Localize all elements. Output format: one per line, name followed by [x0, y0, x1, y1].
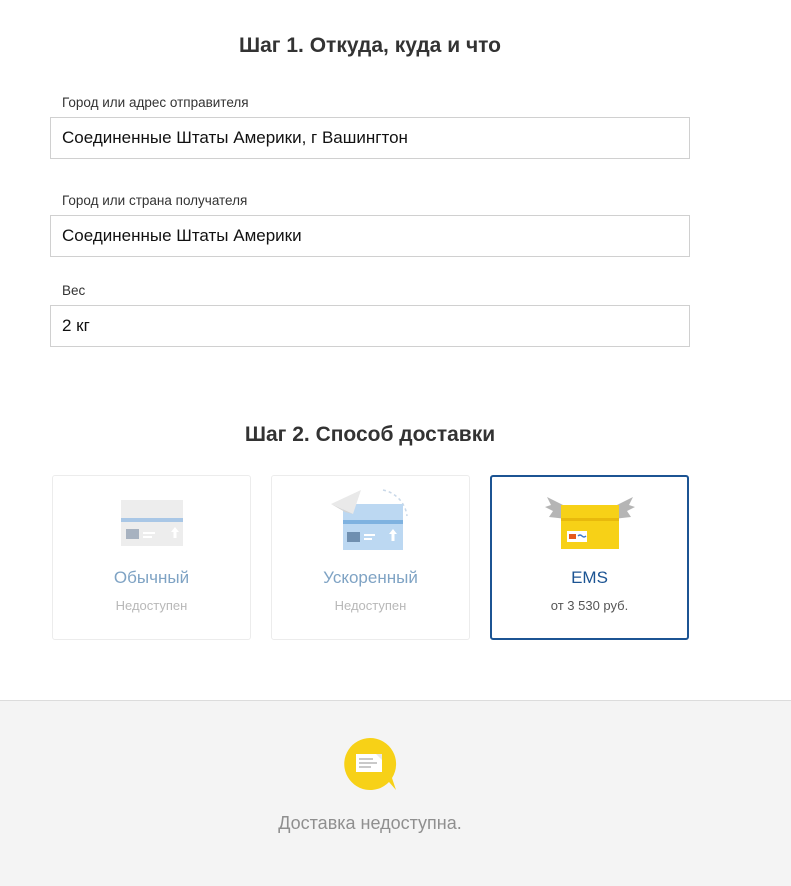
delivery-option-name: EMS: [571, 568, 608, 587]
delivery-option-name: Ускоренный: [323, 568, 418, 587]
delivery-option-ems[interactable]: EMS от 3 530 руб.: [490, 475, 689, 640]
weight-input[interactable]: 2 кг: [50, 305, 690, 347]
delivery-option-regular[interactable]: Обычный Недоступен: [52, 475, 251, 640]
step2-title: Шаг 2. Способ доставки: [244, 423, 496, 446]
delivery-status-panel: Доставка недоступна.: [0, 700, 791, 886]
delivery-option-express[interactable]: Ускоренный Недоступен: [271, 475, 470, 640]
delivery-option-price: от 3 530 руб.: [550, 598, 629, 613]
recipient-input[interactable]: Соединенные Штаты Америки: [50, 215, 690, 257]
delivery-option-status: Недоступен: [334, 598, 407, 613]
express-parcel-icon: [330, 488, 411, 555]
delivery-option-name: Обычный: [113, 568, 190, 587]
delivery-option-status: Недоступен: [115, 598, 188, 613]
recipient-label: Город или страна получателя: [62, 193, 248, 208]
step1-title: Шаг 1. Откуда, куда и что: [239, 34, 501, 57]
weight-label: Вес: [62, 283, 86, 298]
message-bubble-icon: [342, 736, 398, 797]
sender-input[interactable]: Соединенные Штаты Америки, г Вашингтон: [50, 117, 690, 159]
regular-parcel-icon: [120, 496, 183, 551]
delivery-status-text: Доставка недоступна.: [278, 813, 462, 833]
sender-label: Город или адрес отправителя: [62, 95, 249, 110]
ems-box-icon: [543, 493, 637, 558]
